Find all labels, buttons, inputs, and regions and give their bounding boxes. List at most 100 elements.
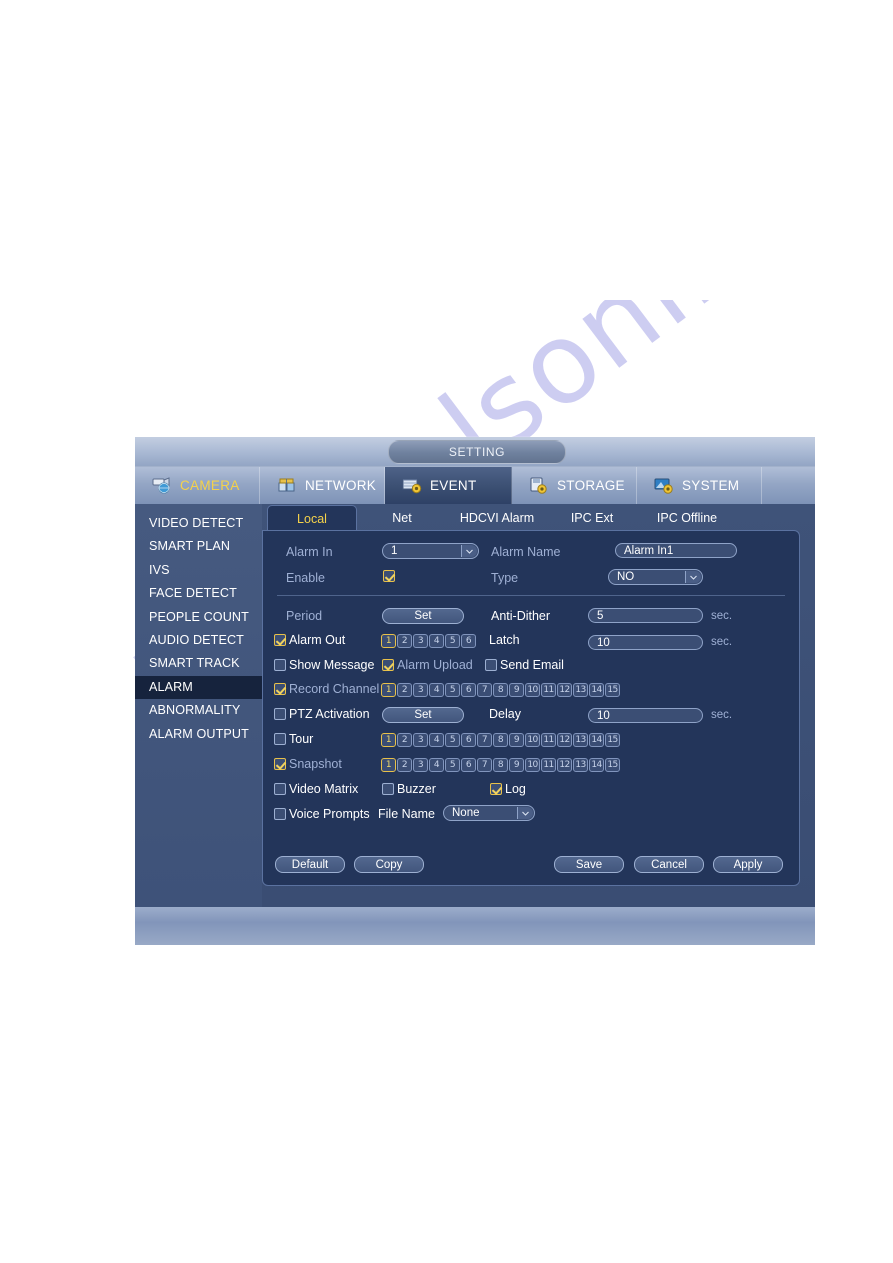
record-channel-box[interactable]: 13 <box>573 683 588 697</box>
snapshot-channel-box[interactable]: 13 <box>573 758 588 772</box>
tour-channel-box[interactable]: 10 <box>525 733 540 747</box>
tour-channel-box[interactable]: 15 <box>605 733 620 747</box>
default-button[interactable]: Default <box>275 856 345 873</box>
latch-input[interactable]: 10 <box>588 635 703 650</box>
send-email-checkbox[interactable] <box>485 659 497 671</box>
alarm-out-channel[interactable]: 1 <box>381 634 396 648</box>
subtab-ipc-offline[interactable]: IPC Offline <box>637 505 737 531</box>
snapshot-channel-box[interactable]: 10 <box>525 758 540 772</box>
record-channel-box[interactable]: 15 <box>605 683 620 697</box>
alarm-out-channel[interactable]: 4 <box>429 634 444 648</box>
record-channel-box[interactable]: 9 <box>509 683 524 697</box>
record-channel-box[interactable]: 10 <box>525 683 540 697</box>
ptz-activation-checkbox[interactable] <box>274 708 286 720</box>
sidebar-item-smart-plan[interactable]: SMART PLAN <box>135 535 262 558</box>
tour-channel-box[interactable]: 5 <box>445 733 460 747</box>
snapshot-channel-box[interactable]: 6 <box>461 758 476 772</box>
snapshot-channel-box[interactable]: 1 <box>381 758 396 772</box>
tour-channel-box[interactable]: 2 <box>397 733 412 747</box>
record-channel-box[interactable]: 1 <box>381 683 396 697</box>
sidebar-item-video-detect[interactable]: VIDEO DETECT <box>135 512 262 535</box>
tab-system[interactable]: SYSTEM <box>637 467 762 504</box>
buzzer-checkbox[interactable] <box>382 783 394 795</box>
snapshot-channel-box[interactable]: 4 <box>429 758 444 772</box>
tab-network[interactable]: NETWORK <box>260 467 385 504</box>
enable-checkbox[interactable] <box>383 570 395 582</box>
snapshot-channel-box[interactable]: 7 <box>477 758 492 772</box>
subtab-hdcvi-alarm[interactable]: HDCVI Alarm <box>447 505 547 531</box>
sidebar-item-alarm[interactable]: ALARM <box>135 675 262 700</box>
delay-input[interactable]: 10 <box>588 708 703 723</box>
tour-channel-box[interactable]: 1 <box>381 733 396 747</box>
subtab-local[interactable]: Local <box>267 505 357 531</box>
alarm-out-channel[interactable]: 3 <box>413 634 428 648</box>
tab-event[interactable]: EVENT <box>385 467 512 504</box>
snapshot-channel-box[interactable]: 14 <box>589 758 604 772</box>
record-channel-box[interactable]: 4 <box>429 683 444 697</box>
sidebar-item-face-detect[interactable]: FACE DETECT <box>135 582 262 605</box>
alarm-upload-checkbox[interactable] <box>382 659 394 671</box>
tour-channel-box[interactable]: 12 <box>557 733 572 747</box>
record-channel-box[interactable]: 8 <box>493 683 508 697</box>
video-matrix-checkbox[interactable] <box>274 783 286 795</box>
tour-channel-box[interactable]: 9 <box>509 733 524 747</box>
record-channel-checkbox[interactable] <box>274 683 286 695</box>
sidebar-item-smart-track[interactable]: SMART TRACK <box>135 652 262 675</box>
tour-channel-box[interactable]: 7 <box>477 733 492 747</box>
alarm-in-select[interactable]: 1 <box>382 543 479 559</box>
record-channel-box[interactable]: 6 <box>461 683 476 697</box>
sidebar-item-people-count[interactable]: PEOPLE COUNT <box>135 606 262 629</box>
log-checkbox[interactable] <box>490 783 502 795</box>
snapshot-channel-box[interactable]: 8 <box>493 758 508 772</box>
snapshot-channel-box[interactable]: 2 <box>397 758 412 772</box>
record-channel-box[interactable]: 14 <box>589 683 604 697</box>
tour-channel-box[interactable]: 14 <box>589 733 604 747</box>
record-channel-box[interactable]: 7 <box>477 683 492 697</box>
chevron-down-icon[interactable] <box>685 571 701 583</box>
snapshot-checkbox[interactable] <box>274 758 286 770</box>
tour-channel-box[interactable]: 13 <box>573 733 588 747</box>
show-message-checkbox[interactable] <box>274 659 286 671</box>
tour-channel-box[interactable]: 11 <box>541 733 556 747</box>
sidebar-item-audio-detect[interactable]: AUDIO DETECT <box>135 629 262 652</box>
snapshot-channel-box[interactable]: 12 <box>557 758 572 772</box>
record-channel-box[interactable]: 2 <box>397 683 412 697</box>
chevron-down-icon[interactable] <box>461 545 477 557</box>
alarm-out-channel[interactable]: 6 <box>461 634 476 648</box>
sidebar-item-abnormality[interactable]: ABNORMALITY <box>135 699 262 722</box>
snapshot-channel-box[interactable]: 3 <box>413 758 428 772</box>
type-select[interactable]: NO <box>608 569 703 585</box>
chevron-down-icon[interactable] <box>517 807 533 819</box>
record-channel-box[interactable]: 12 <box>557 683 572 697</box>
alarm-name-input[interactable]: Alarm In1 <box>615 543 737 558</box>
sidebar-item-ivs[interactable]: IVS <box>135 559 262 582</box>
tour-channel-box[interactable]: 6 <box>461 733 476 747</box>
subtab-ipc-ext[interactable]: IPC Ext <box>547 505 637 531</box>
cancel-button[interactable]: Cancel <box>634 856 704 873</box>
sidebar-item-alarm-output[interactable]: ALARM OUTPUT <box>135 723 262 746</box>
tour-channel-box[interactable]: 3 <box>413 733 428 747</box>
record-channel-box[interactable]: 11 <box>541 683 556 697</box>
alarm-out-checkbox[interactable] <box>274 634 286 646</box>
file-name-select[interactable]: None <box>443 805 535 821</box>
tour-channel-box[interactable]: 8 <box>493 733 508 747</box>
tour-channel-box[interactable]: 4 <box>429 733 444 747</box>
snapshot-channel-box[interactable]: 9 <box>509 758 524 772</box>
snapshot-channel-box[interactable]: 15 <box>605 758 620 772</box>
record-channel-box[interactable]: 3 <box>413 683 428 697</box>
record-channel-box[interactable]: 5 <box>445 683 460 697</box>
snapshot-channel-box[interactable]: 5 <box>445 758 460 772</box>
subtab-net[interactable]: Net <box>357 505 447 531</box>
tab-camera[interactable]: CAMERA <box>135 467 260 504</box>
period-set-button[interactable]: Set <box>382 608 464 624</box>
voice-prompts-checkbox[interactable] <box>274 808 286 820</box>
alarm-out-channel[interactable]: 2 <box>397 634 412 648</box>
tab-storage[interactable]: STORAGE <box>512 467 637 504</box>
ptz-set-button[interactable]: Set <box>382 707 464 723</box>
save-button[interactable]: Save <box>554 856 624 873</box>
snapshot-channel-box[interactable]: 11 <box>541 758 556 772</box>
anti-dither-input[interactable]: 5 <box>588 608 703 623</box>
alarm-out-channel[interactable]: 5 <box>445 634 460 648</box>
tour-checkbox[interactable] <box>274 733 286 745</box>
copy-button[interactable]: Copy <box>354 856 424 873</box>
